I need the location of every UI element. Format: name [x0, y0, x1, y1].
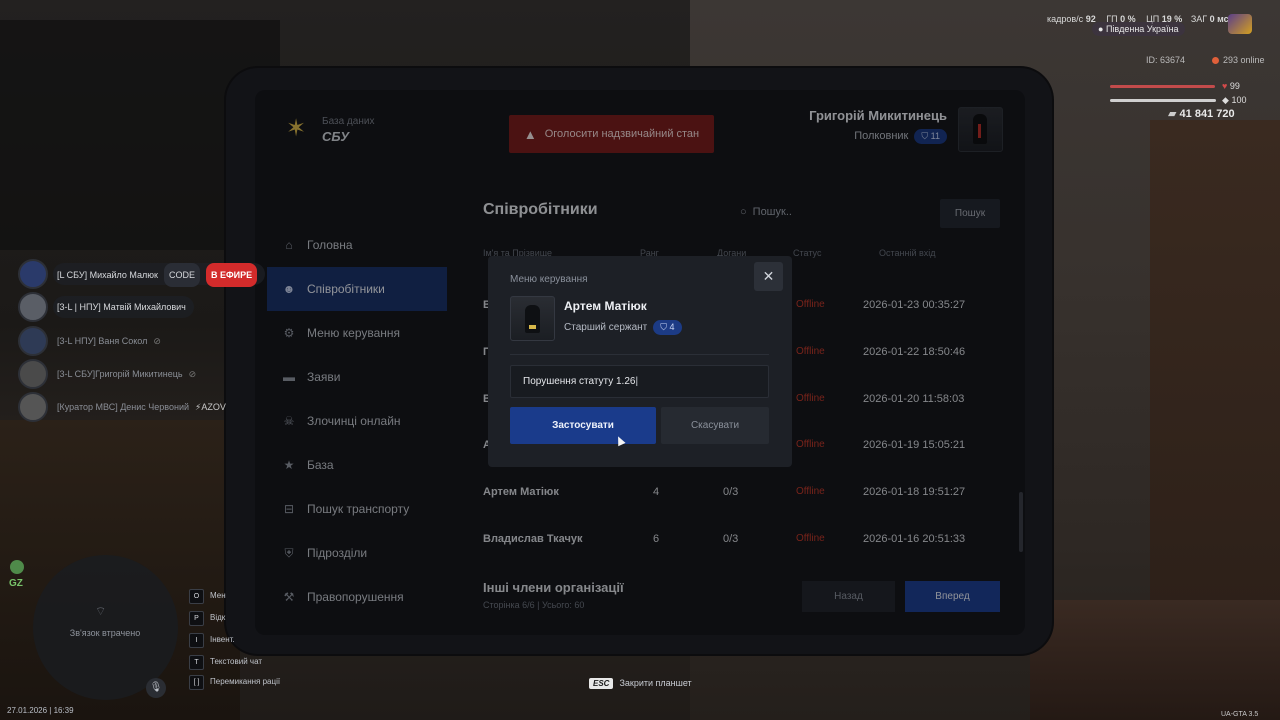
shield-icon: ⛉	[660, 322, 668, 332]
voice-player-name: [3-L НПУ] Ваня Сокол	[57, 336, 148, 346]
employee-avatar	[510, 296, 555, 341]
voice-player-name: [L СБУ] Михайло Малюк	[57, 270, 158, 280]
armor-value: 100	[1231, 95, 1247, 105]
gz-label: GZ	[9, 578, 23, 589]
health-bar	[1110, 85, 1215, 88]
close-button[interactable]: ✕	[754, 262, 783, 291]
online-dot-icon	[1212, 57, 1219, 64]
gz-icon	[10, 560, 24, 574]
rank-badge: ⛉ 4	[653, 320, 682, 335]
employee-rank: Старший сержант	[564, 322, 648, 333]
version-label: UA-GTA 3.5	[1221, 711, 1259, 718]
voice-player-name: [3-L СБУ]Григорій Микитинець	[57, 369, 183, 379]
server-logo	[1228, 14, 1252, 34]
close-icon: ✕	[762, 268, 775, 284]
hint-item: I Інвент.	[189, 633, 235, 648]
online-count: 293 online	[1212, 55, 1265, 65]
modal-title: Меню керування	[510, 274, 588, 285]
key-cap: O	[189, 589, 204, 604]
close-tablet-hint: ESC Закрити планшет	[589, 678, 692, 689]
region-label: ● Південна Україна	[1092, 22, 1185, 36]
armor-icon: ◆	[1222, 95, 1229, 105]
armor-bar	[1110, 99, 1216, 102]
control-modal: Меню керування ✕ Артем Матіюк Старший се…	[488, 256, 792, 467]
no-signal-icon: ⌔	[95, 604, 107, 618]
esc-key: ESC	[589, 678, 614, 689]
azov-badge: ⚡AZOV	[195, 402, 226, 412]
voice-player-name: [Куратор МВС] Денис Червоний	[57, 402, 190, 412]
apply-button[interactable]: Застосувати	[510, 407, 656, 444]
avatar	[18, 259, 48, 289]
muted-mic-icon: ⊘	[188, 369, 197, 379]
money-icon: ▰	[1168, 108, 1177, 120]
health-value: 99	[1229, 81, 1240, 91]
muted-mic-icon: ⊘	[153, 336, 161, 346]
date-time: 27.01.2026 | 16:39	[7, 706, 74, 715]
connection-lost-label: Зв'язок втрачено	[69, 628, 141, 638]
key-cap: I	[189, 633, 204, 648]
player-id: ID: 63674	[1146, 55, 1186, 65]
avatar	[18, 292, 48, 322]
avatar	[18, 359, 48, 389]
reason-input[interactable]: Порушення статуту 1.26 |	[510, 365, 769, 398]
key-cap: T	[189, 655, 204, 670]
microphone-icon: 🎙	[146, 678, 166, 698]
heart-icon: ♥	[1222, 81, 1228, 91]
key-cap: [ ]	[189, 675, 204, 690]
hint-item: T Текстовий чат	[189, 655, 262, 670]
hint-item: P Відк	[189, 611, 225, 626]
cancel-button[interactable]: Скасувати	[661, 407, 769, 444]
live-badge: В ЕФИРЕ	[205, 263, 258, 287]
pin-icon: ●	[1098, 24, 1104, 34]
avatar	[18, 326, 48, 356]
money: ▰ 41 841 720	[1168, 108, 1235, 120]
avatar	[18, 392, 48, 422]
employee-name: Артем Матіюк	[564, 299, 647, 313]
voice-player-name: [3-L | НПУ] Матвій Михайлович	[57, 302, 186, 312]
code-badge: CODE	[163, 263, 200, 287]
hint-item: [ ] Перемикання рації	[189, 675, 280, 690]
divider	[510, 354, 769, 355]
hint-item: O Мен	[189, 589, 226, 604]
key-cap: P	[189, 611, 204, 626]
